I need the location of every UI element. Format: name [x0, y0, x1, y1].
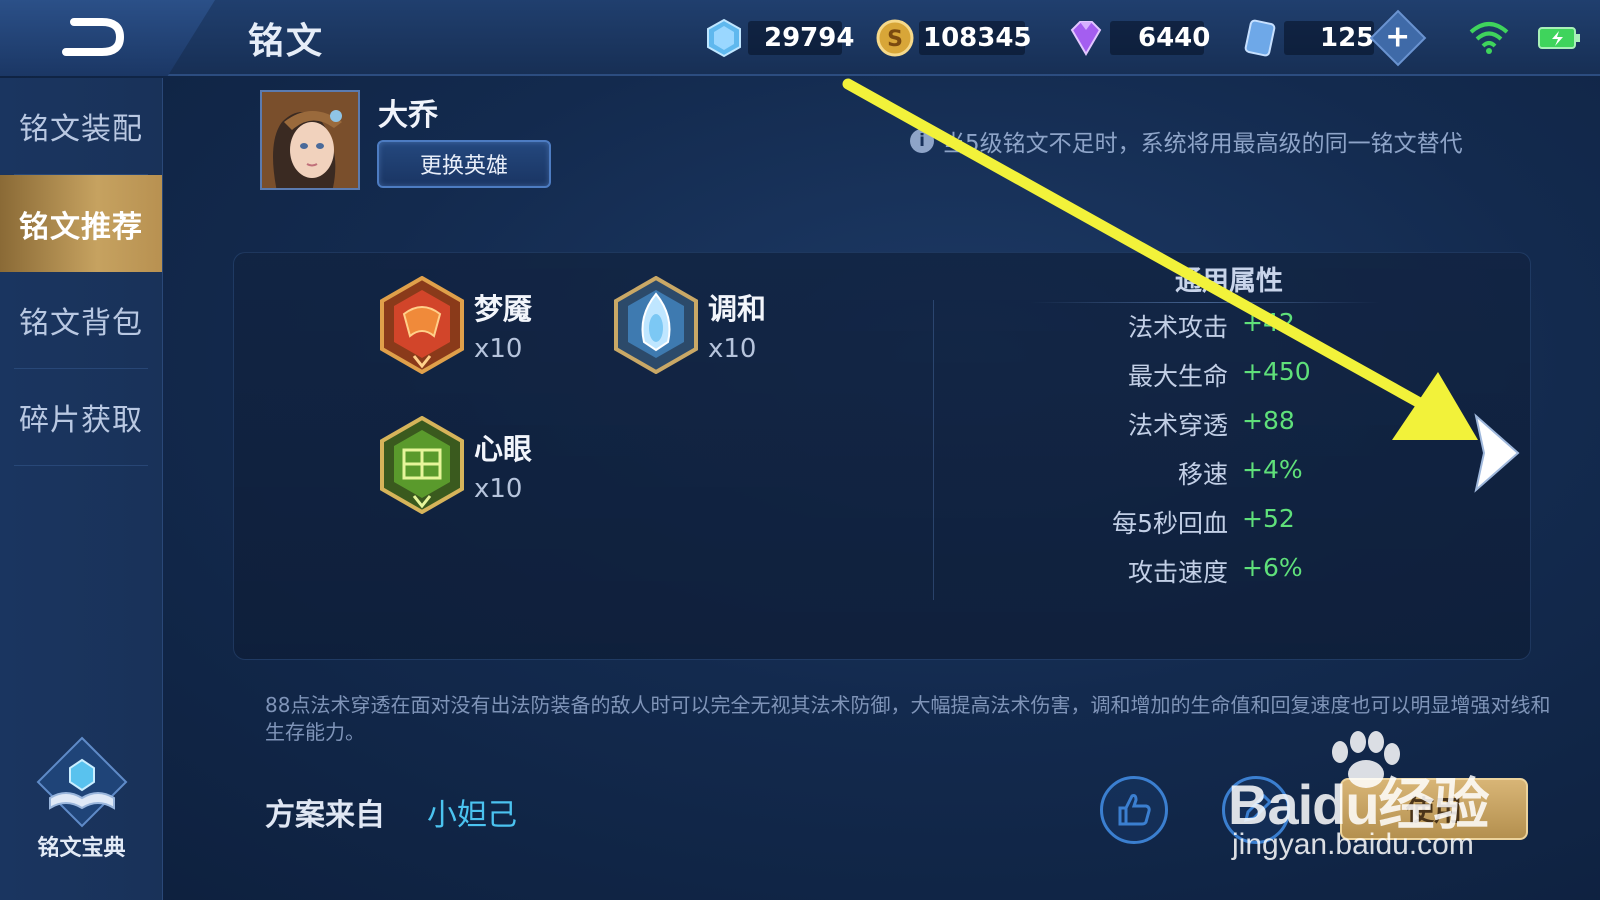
rune-count: x10 [474, 334, 523, 364]
attribute-value: +4% [1242, 455, 1303, 484]
baidu-watermark: Baidu经验 jingyan.baidu.com [1228, 730, 1528, 865]
green-rune-icon [380, 416, 464, 514]
attribute-name: 最大生命 [1127, 362, 1228, 391]
sidebar-item-label: 碎片获取 [19, 403, 143, 438]
rune-name: 心眼 [474, 432, 533, 466]
sidebar-item-label: 铭文背包 [19, 306, 143, 341]
sidebar-item-equip[interactable]: 铭文装配 [14, 78, 148, 175]
attribute-row: 每5秒回血 +52 [1060, 504, 1360, 544]
currency-card-value: 125 [1284, 21, 1374, 55]
attribute-name: 法术攻击 [1127, 313, 1228, 342]
book-crystal-icon [36, 736, 127, 828]
rune-item-green[interactable]: 心眼 x10 [378, 416, 532, 514]
rune-count: x10 [474, 474, 523, 504]
currency-gold-value: 108345 [919, 21, 1032, 55]
currency-card: 125 + [1238, 9, 1427, 67]
blue-rune-icon [614, 276, 698, 374]
page-title: 铭文 [248, 21, 325, 62]
currency-diamond-value: 29794 [748, 21, 854, 55]
sidebar-item-label: 铭文装配 [19, 112, 143, 147]
sidebar: 铭文装配 铭文推荐 铭文背包 碎片获取 铭文宝典 [0, 78, 163, 900]
top-bar: 铭文 29794 S 108345 6440 125 + [0, 0, 1600, 76]
rune-name: 调和 [708, 292, 767, 326]
replacement-note: i 当5级铭文不足时，系统将用最高级的同一铭文替代 [910, 124, 1463, 158]
like-button[interactable] [1100, 776, 1168, 844]
svg-text:S: S [887, 27, 903, 52]
currency-gem-value: 6440 [1110, 21, 1210, 55]
codex-label: 铭文宝典 [37, 836, 126, 861]
sidebar-item-fragments[interactable]: 碎片获取 [14, 369, 148, 466]
card-ticket-icon [1238, 16, 1282, 60]
next-page-arrow-icon[interactable] [1466, 412, 1526, 494]
rune-item-blue[interactable]: 调和 x10 [612, 276, 766, 374]
add-currency-button[interactable]: + [1369, 9, 1427, 67]
rune-name: 梦魇 [474, 292, 533, 326]
diamond-crystal-icon [702, 16, 746, 60]
hero-avatar-image [262, 92, 358, 188]
hero-name: 大乔 [378, 98, 438, 133]
sidebar-item-label: 铭文推荐 [19, 209, 143, 245]
attribute-value: +450 [1242, 357, 1311, 386]
sidebar-item-recommend[interactable]: 铭文推荐 [0, 175, 162, 272]
red-rune-icon [380, 276, 464, 374]
change-hero-button[interactable]: 更换英雄 [377, 140, 551, 188]
attribute-value: +52 [1242, 504, 1295, 533]
attribute-name: 法术穿透 [1127, 411, 1228, 440]
purple-gem-icon [1064, 16, 1108, 60]
rune-codex-button[interactable]: 铭文宝典 [0, 736, 163, 862]
hero-portrait[interactable] [260, 90, 360, 190]
attribute-name: 移速 [1177, 460, 1228, 489]
attributes-divider [1030, 302, 1380, 303]
currency-gold: S 108345 [873, 16, 1032, 60]
source-author-link[interactable]: 小妲己 [427, 790, 517, 834]
attributes-title: 通用属性 [1175, 266, 1283, 297]
currency-diamond: 29794 [702, 16, 854, 60]
source-label: 方案来自 [265, 798, 385, 833]
rune-count: x10 [708, 334, 757, 364]
attribute-row: 法术攻击 +42 [1060, 308, 1360, 348]
attribute-value: +42 [1242, 308, 1295, 337]
watermark-sub: jingyan.baidu.com [1232, 828, 1474, 861]
gold-coin-icon: S [873, 16, 917, 60]
info-icon: i [910, 129, 934, 153]
attribute-value: +88 [1242, 406, 1295, 435]
replacement-note-text: 当5级铭文不足时，系统将用最高级的同一铭文替代 [942, 131, 1463, 157]
attribute-name: 每5秒回血 [1112, 509, 1228, 538]
battery-icon [1538, 27, 1580, 49]
attribute-row: 法术穿透 +88 [1060, 406, 1360, 446]
rune-item-red[interactable]: 梦魇 x10 [378, 276, 532, 374]
attribute-row: 攻击速度 +6% [1060, 553, 1360, 593]
back-arrow-icon [62, 18, 125, 56]
plus-icon: + [1385, 19, 1411, 55]
sidebar-item-bag[interactable]: 铭文背包 [14, 272, 148, 369]
attribute-name: 攻击速度 [1127, 558, 1228, 587]
attribute-value: +6% [1242, 553, 1303, 582]
attribute-row: 移速 +4% [1060, 455, 1360, 495]
panel-divider [933, 300, 934, 600]
thumbs-up-icon [1118, 794, 1151, 826]
attribute-row: 最大生命 +450 [1060, 357, 1360, 397]
wifi-icon [1469, 22, 1509, 54]
back-button[interactable] [0, 0, 215, 76]
currency-gem: 6440 [1064, 16, 1210, 60]
